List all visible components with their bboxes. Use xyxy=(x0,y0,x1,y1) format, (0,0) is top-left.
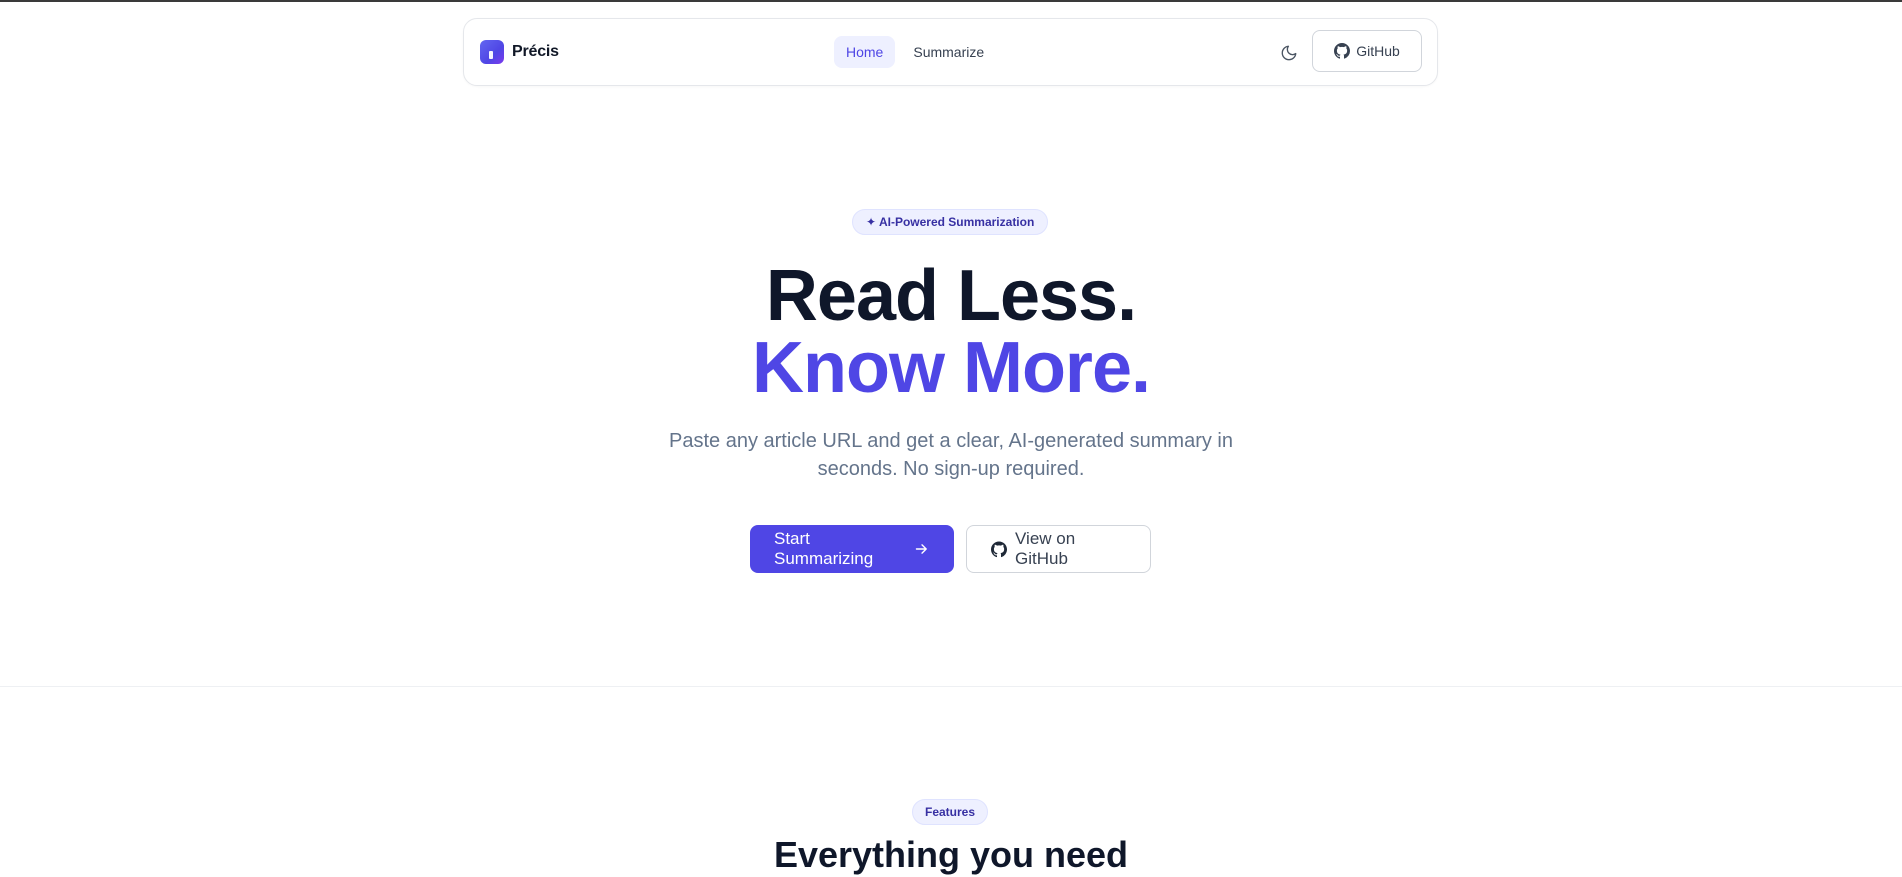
top-rule xyxy=(0,0,1902,2)
brand[interactable]: Précis xyxy=(480,40,559,64)
features-badge: Features xyxy=(912,799,989,825)
section-divider xyxy=(0,686,1902,687)
brand-name: Précis xyxy=(512,43,559,60)
theme-toggle-button[interactable] xyxy=(1276,40,1302,66)
hero-title-line2: Know More. xyxy=(752,328,1151,408)
view-on-github-label: View on GitHub xyxy=(1015,529,1076,568)
arrow-right-icon xyxy=(916,544,928,554)
nav-links: Home Summarize xyxy=(834,36,996,68)
brand-logo-icon xyxy=(480,40,504,64)
view-on-github-button[interactable]: View on GitHub xyxy=(966,525,1151,573)
github-icon xyxy=(991,540,1008,557)
start-summarizing-label: Start Summarizing xyxy=(774,529,874,568)
hero-badge: ✦ AI-Powered Summarization xyxy=(852,209,1049,235)
github-icon xyxy=(1334,43,1351,59)
nav-link-home[interactable]: Home xyxy=(834,36,896,68)
nav-link-summarize[interactable]: Summarize xyxy=(901,36,996,68)
navbar: Précis Home Summarize GitHub xyxy=(463,18,1438,86)
start-summarizing-button[interactable]: Start Summarizing xyxy=(750,525,954,573)
features-title: Everything you need xyxy=(773,834,1129,875)
moon-icon xyxy=(1281,45,1297,61)
github-nav-button[interactable]: GitHub xyxy=(1312,30,1422,72)
hero-cta-row: Start Summarizing View on GitHub xyxy=(750,525,1151,573)
hero-subtitle: Paste any article URL and get a clear, A… xyxy=(669,430,1233,480)
github-nav-label: GitHub xyxy=(1356,43,1400,59)
hero-title-line1: Read Less. xyxy=(765,256,1137,336)
